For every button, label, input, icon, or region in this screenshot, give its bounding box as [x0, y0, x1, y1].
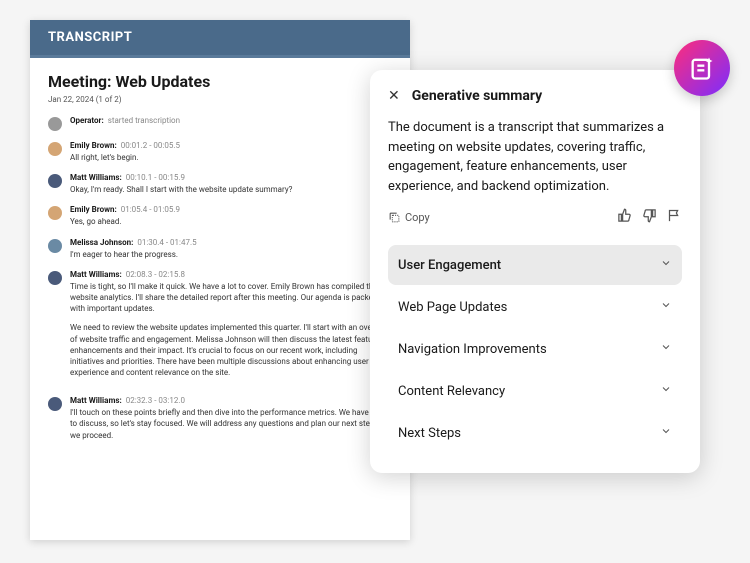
- entry-text: Time is tight, so I'll make it quick. We…: [70, 281, 392, 379]
- accordion-label: Content Relevancy: [398, 384, 505, 399]
- copy-icon: [388, 211, 401, 224]
- entry-text: I'm eager to hear the progress.: [70, 249, 392, 260]
- transcript-entry: Matt Williams: 00:10.1 - 00:15.9 Okay, I…: [48, 173, 392, 195]
- summary-actions: Copy: [388, 208, 682, 227]
- entry-timestamp: 02:32.3 - 03:12.0: [126, 396, 185, 405]
- speaker-name: Matt Williams:: [70, 270, 122, 279]
- accordion-web-page-updates[interactable]: Web Page Updates: [388, 287, 682, 327]
- accordion-label: User Engagement: [398, 258, 501, 273]
- accordion-user-engagement[interactable]: User Engagement: [388, 245, 682, 285]
- entry-timestamp: 02:08.3 - 02:15.8: [126, 270, 185, 279]
- entry-text: Okay, I'm ready. Shall I start with the …: [70, 184, 392, 195]
- close-icon[interactable]: ✕: [388, 88, 400, 104]
- chevron-down-icon: [660, 341, 672, 357]
- flag-icon[interactable]: [667, 208, 682, 227]
- copy-label: Copy: [405, 211, 430, 224]
- transcript-entry: Emily Brown: 01:05.4 - 01:05.9 Yes, go a…: [48, 205, 392, 227]
- transcript-entry: Melissa Johnson: 01:30.4 - 01:47.5 I'm e…: [48, 238, 392, 260]
- accordion-next-steps[interactable]: Next Steps: [388, 413, 682, 453]
- avatar-matt: [48, 271, 62, 285]
- transcript-entry: Matt Williams: 02:08.3 - 02:15.8 Time is…: [48, 270, 392, 387]
- generative-summary-panel: ✕ Generative summary The document is a t…: [370, 70, 700, 473]
- chevron-down-icon: [660, 299, 672, 315]
- transcript-entry: Operator: started transcription: [48, 116, 392, 131]
- entry-timestamp: 01:05.4 - 01:05.9: [121, 205, 180, 214]
- avatar-matt: [48, 397, 62, 411]
- doc-header-label: TRANSCRIPT: [30, 20, 410, 58]
- accordion-label: Web Page Updates: [398, 300, 507, 315]
- accordion-label: Navigation Improvements: [398, 342, 547, 357]
- chevron-down-icon: [660, 257, 672, 273]
- meeting-title: Meeting: Web Updates: [48, 72, 392, 91]
- panel-title: Generative summary: [412, 88, 542, 104]
- entry-timestamp: started transcription: [108, 116, 180, 125]
- doc-body: Meeting: Web Updates Jan 22, 2024 (1 of …: [30, 58, 410, 465]
- accordion-content-relevancy[interactable]: Content Relevancy: [388, 371, 682, 411]
- entry-text: I'll touch on these points briefly and t…: [70, 407, 392, 441]
- avatar-operator: [48, 117, 62, 131]
- transcript-entry: Matt Williams: 02:32.3 - 03:12.0 I'll to…: [48, 396, 392, 441]
- thumbs-down-icon[interactable]: [642, 208, 657, 227]
- entry-text: Yes, go ahead.: [70, 216, 392, 227]
- avatar-emily: [48, 206, 62, 220]
- avatar-melissa: [48, 239, 62, 253]
- speaker-name: Matt Williams:: [70, 173, 122, 182]
- entry-text: All right, let's begin.: [70, 152, 392, 163]
- summary-text: The document is a transcript that summar…: [388, 118, 682, 196]
- avatar-matt: [48, 174, 62, 188]
- meeting-date: Jan 22, 2024 (1 of 2): [48, 95, 392, 104]
- avatar-emily: [48, 142, 62, 156]
- chevron-down-icon: [660, 425, 672, 441]
- panel-header: ✕ Generative summary: [388, 88, 682, 104]
- speaker-name: Operator:: [70, 116, 104, 125]
- transcript-document: TRANSCRIPT Meeting: Web Updates Jan 22, …: [30, 20, 410, 540]
- accordion-label: Next Steps: [398, 426, 461, 441]
- accordion-navigation-improvements[interactable]: Navigation Improvements: [388, 329, 682, 369]
- speaker-name: Melissa Johnson:: [70, 238, 133, 247]
- copy-button[interactable]: Copy: [388, 211, 430, 224]
- transcript-entry: Emily Brown: 00:01.2 - 00:05.5 All right…: [48, 141, 392, 163]
- entry-timestamp: 00:01.2 - 00:05.5: [121, 141, 180, 150]
- entry-timestamp: 01:30.4 - 01:47.5: [137, 238, 196, 247]
- speaker-name: Matt Williams:: [70, 396, 122, 405]
- thumbs-up-icon[interactable]: [617, 208, 632, 227]
- entry-timestamp: 00:10.1 - 00:15.9: [126, 173, 185, 182]
- speaker-name: Emily Brown:: [70, 141, 117, 150]
- ai-sparkle-badge[interactable]: [674, 40, 730, 96]
- speaker-name: Emily Brown:: [70, 205, 117, 214]
- chevron-down-icon: [660, 383, 672, 399]
- sparkle-document-icon: [688, 54, 716, 82]
